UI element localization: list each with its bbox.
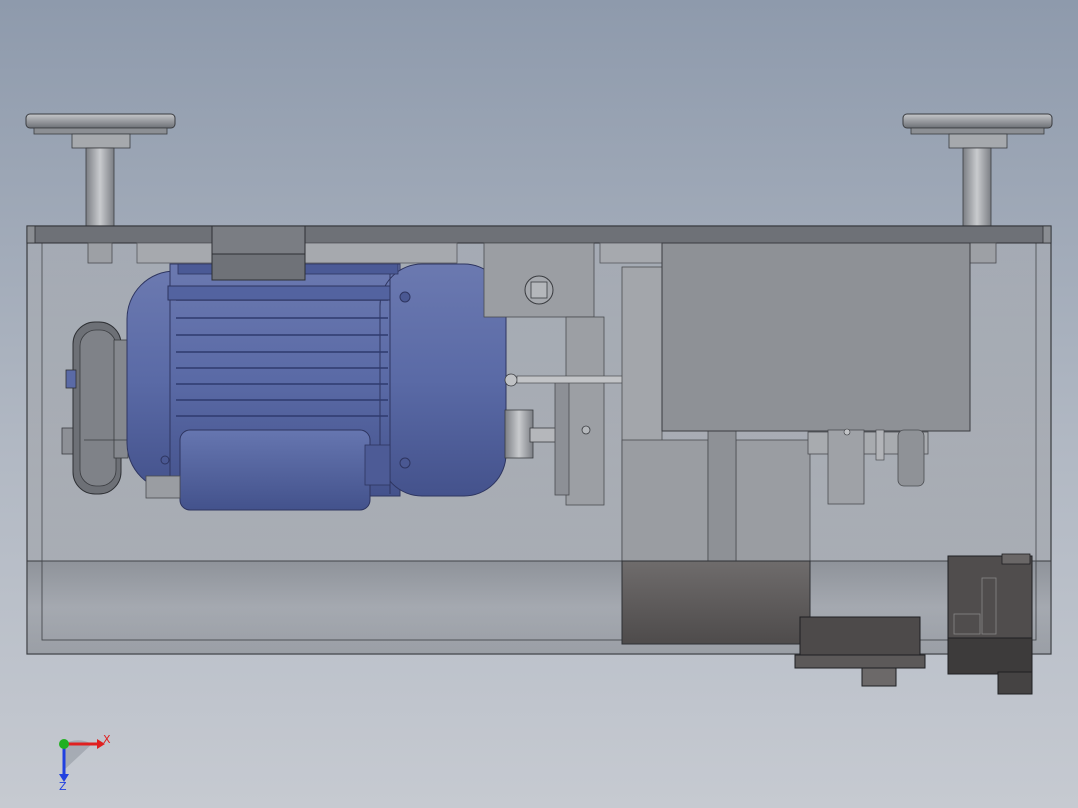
triad-z-label: Z xyxy=(59,780,67,793)
bottom-connector xyxy=(794,616,926,687)
coordinate-triad-icon: X Z xyxy=(59,733,111,793)
control-box xyxy=(661,242,971,432)
cad-viewport[interactable]: X Z xyxy=(0,0,1078,808)
left-column xyxy=(87,242,113,264)
triad-x-label: X xyxy=(103,733,111,746)
clamp-block xyxy=(211,225,306,281)
left-handwheel xyxy=(25,113,176,229)
switch-block xyxy=(947,553,1033,695)
right-handwheel xyxy=(902,113,1053,229)
